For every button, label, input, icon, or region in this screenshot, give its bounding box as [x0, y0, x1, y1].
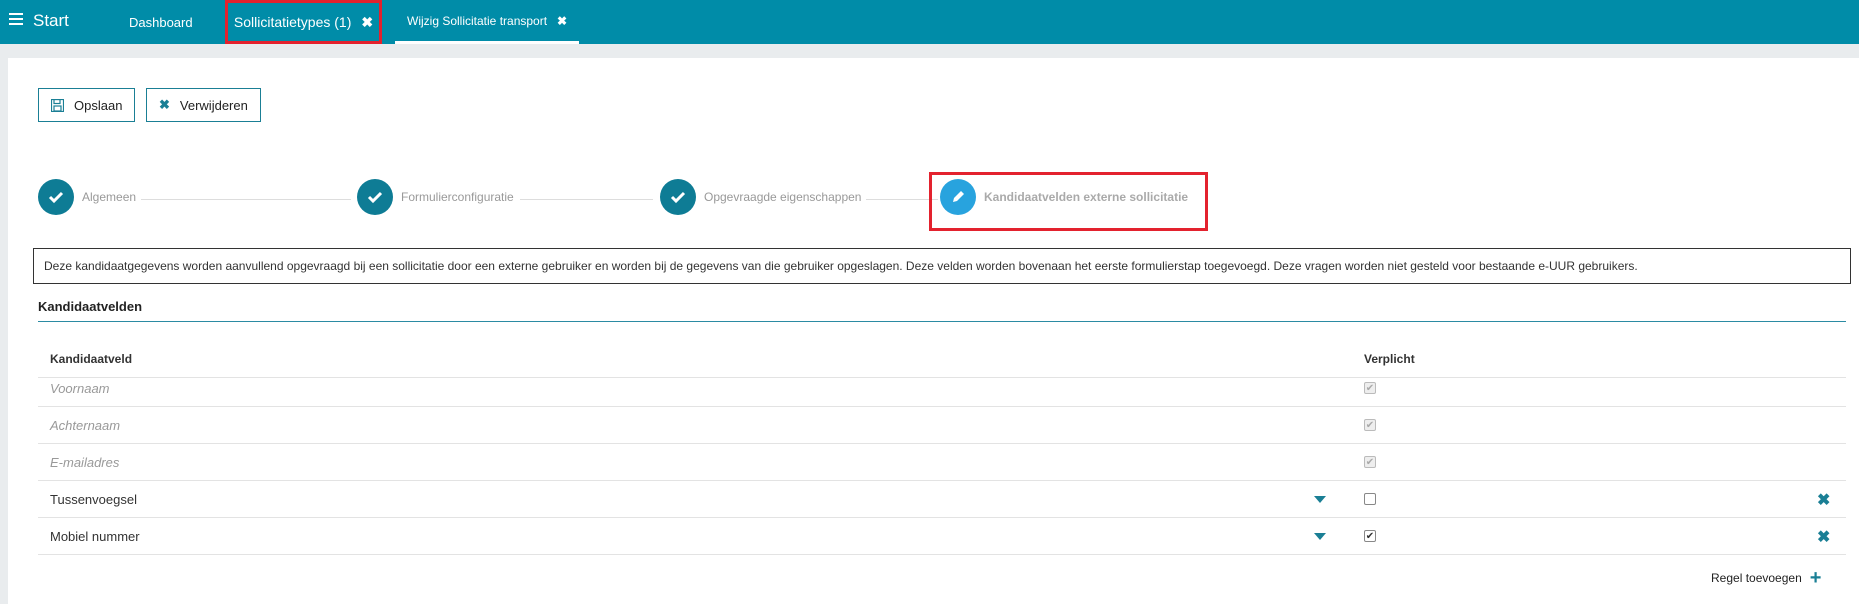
- required-checkbox[interactable]: [1364, 493, 1376, 505]
- delete-row-icon[interactable]: ✖: [1817, 527, 1830, 547]
- required-checkbox: ✔: [1364, 419, 1376, 431]
- step-connector: [141, 199, 351, 200]
- chevron-down-icon[interactable]: [1314, 496, 1326, 503]
- check-icon: [38, 179, 74, 215]
- tab-label: Dashboard: [129, 14, 193, 30]
- required-checkbox: ✔: [1364, 456, 1376, 468]
- column-header-required: Verplicht: [1364, 352, 1415, 366]
- top-navigation-bar: Start Dashboard Sollicitatietypes (1) ✖ …: [0, 0, 1859, 44]
- tab-label: Sollicitatietypes (1): [233, 14, 352, 30]
- table-row: Voornaam ✔: [38, 370, 1846, 407]
- field-name: E-mailadres: [50, 455, 120, 470]
- section-divider: [38, 321, 1846, 322]
- start-link[interactable]: Start: [33, 11, 69, 31]
- floppy-disk-icon: [51, 98, 64, 112]
- hamburger-menu-icon[interactable]: [9, 13, 23, 25]
- tab-label: Wijzig Sollicitatie transport: [407, 13, 548, 28]
- table-row: E-mailadres ✔: [38, 444, 1846, 481]
- step-algemeen[interactable]: Algemeen: [38, 179, 136, 215]
- plus-icon: +: [1809, 567, 1822, 589]
- required-checkbox[interactable]: ✔: [1364, 530, 1376, 542]
- info-box: Deze kandidaatgegevens worden aanvullend…: [33, 248, 1851, 284]
- table-row: Achternaam ✔: [38, 407, 1846, 444]
- tab-dashboard[interactable]: Dashboard: [129, 0, 193, 44]
- tab-sollicitatietypes[interactable]: Sollicitatietypes (1) ✖: [225, 0, 382, 44]
- main-panel: Opslaan ✖ Verwijderen Algemeen Formulier…: [8, 58, 1859, 604]
- step-opgevraagde-eigenschappen[interactable]: Opgevraagde eigenschappen: [660, 179, 861, 215]
- close-icon: ✖: [159, 97, 170, 112]
- delete-row-icon[interactable]: ✖: [1817, 490, 1830, 510]
- field-select[interactable]: Tussenvoegsel: [50, 492, 137, 507]
- step-formulierconfiguratie[interactable]: Formulierconfiguratie: [357, 179, 514, 215]
- step-label: Kandidaatvelden externe sollicitatie: [984, 190, 1189, 204]
- field-name: Voornaam: [50, 381, 110, 396]
- save-label: Opslaan: [74, 97, 123, 113]
- step-label: Formulierconfiguratie: [401, 190, 514, 204]
- field-select[interactable]: Mobiel nummer: [50, 529, 140, 544]
- save-button[interactable]: Opslaan: [38, 88, 136, 122]
- step-label: Algemeen: [82, 190, 137, 204]
- tab-wijzig-sollicitatie[interactable]: Wijzig Sollicitatie transport ✖: [395, 0, 580, 44]
- column-header-field: Kandidaatveld: [50, 352, 133, 366]
- field-name: Achternaam: [50, 418, 121, 433]
- step-kandidaatvelden[interactable]: Kandidaatvelden externe sollicitatie: [940, 179, 1188, 215]
- add-row-button[interactable]: Regel toevoegen +: [1711, 568, 1821, 588]
- section-title: Kandidaatvelden: [38, 299, 143, 314]
- table-row: Tussenvoegsel ✖: [38, 481, 1846, 518]
- table-row: Mobiel nummer ✔ ✖: [38, 518, 1846, 555]
- close-icon[interactable]: ✖: [361, 14, 373, 31]
- chevron-down-icon[interactable]: [1314, 533, 1326, 540]
- delete-button[interactable]: ✖ Verwijderen: [146, 88, 261, 122]
- step-connector: [520, 199, 653, 200]
- step-label: Opgevraagde eigenschappen: [704, 190, 862, 204]
- add-row-label: Regel toevoegen: [1711, 571, 1802, 585]
- required-checkbox: ✔: [1364, 382, 1376, 394]
- delete-label: Verwijderen: [179, 97, 248, 113]
- step-connector: [866, 199, 938, 200]
- close-icon[interactable]: ✖: [557, 14, 567, 28]
- check-icon: [357, 179, 393, 215]
- check-icon: [660, 179, 696, 215]
- pencil-icon: [940, 179, 976, 215]
- info-text: Deze kandidaatgegevens worden aanvullend…: [44, 259, 1638, 273]
